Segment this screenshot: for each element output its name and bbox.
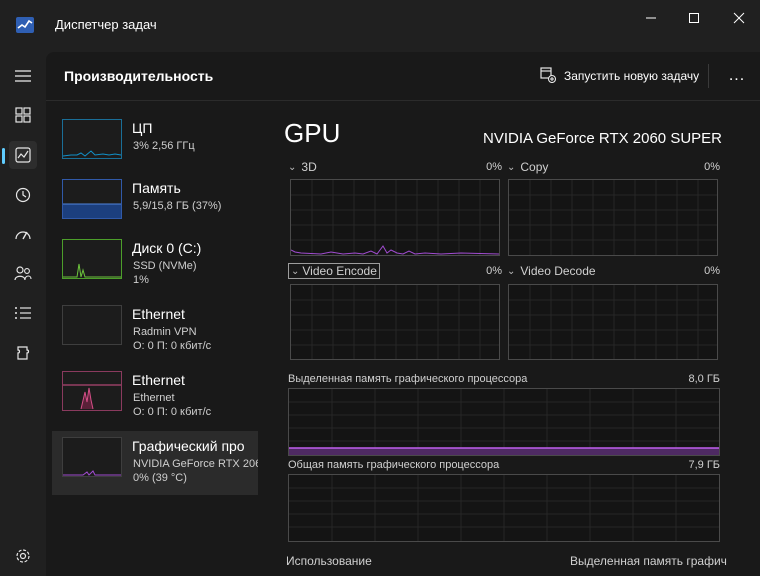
engine-selector-video-encode[interactable]: ⌄ Video Encode [288,263,380,279]
engine-percent: 0% [486,265,502,277]
close-button[interactable] [729,8,749,28]
resource-detail: Ethernet [133,392,175,404]
resource-title: ЦП [132,120,153,136]
run-new-task-button[interactable]: Запустить новую задачу [540,66,699,86]
menu-icon[interactable] [9,62,37,90]
performance-page: Производительность Запустить новую задач… [46,52,760,576]
gpu-mini-graph [62,437,122,477]
resource-title: Диск 0 (C:) [132,240,202,256]
chevron-down-icon: ⌄ [291,265,300,277]
engine-percent: 0% [704,265,720,277]
shared-memory-label: Общая память графического процессора [288,459,500,471]
task-manager-app-icon [15,16,35,34]
engine-name: Copy [520,160,549,174]
detail-title: GPU [284,118,341,148]
cpu-mini-graph [62,119,122,159]
window-title: Диспетчер задач [55,17,157,32]
services-icon[interactable] [9,339,37,367]
resource-detail: NVIDIA GeForce RTX 206 [133,458,258,470]
app-history-icon[interactable] [9,181,37,209]
disk-mini-graph [62,239,122,279]
chevron-down-icon: ⌄ [507,265,516,277]
resource-detail-secondary: О: 0 П: 0 кбит/с [133,406,212,418]
engine-dropdown: ⌄ Video Encode [288,263,380,279]
active-page-indicator [2,148,5,164]
engine-video-decode-graph [508,284,718,360]
gpu-model-name: NVIDIA GeForce RTX 2060 SUPER [483,130,722,147]
title-bar: Диспетчер задач [0,0,760,52]
dedicated-memory-label: Выделенная память графического процессор… [288,373,528,385]
dedicated-memory-graph [288,388,720,456]
engine-copy-graph [508,179,718,256]
maximize-button[interactable] [684,8,704,28]
startup-apps-icon[interactable] [9,220,37,248]
resource-list: ЦП 3% 2,56 ГГц Память 5,9/15,8 ГБ (37%) … [52,113,258,576]
resource-detail: SSD (NVMe) [133,260,197,272]
engine-percent: 0% [704,161,720,173]
resource-title: Память [132,180,181,196]
usage-stat-label: Использование [286,554,372,568]
shared-memory-graph [288,474,720,542]
resource-item-memory[interactable]: Память 5,9/15,8 ГБ (37%) [52,173,258,237]
resource-detail: 5,9/15,8 ГБ (37%) [133,200,222,212]
resource-title: Ethernet [132,372,185,388]
details-icon[interactable] [9,299,37,327]
engine-name: Video Decode [520,264,596,278]
settings-icon[interactable] [9,542,37,570]
resource-title: Графический про [132,438,245,454]
shared-memory-value: 7,9 ГБ [688,459,720,471]
resource-item-disk[interactable]: Диск 0 (C:) SSD (NVMe) 1% [52,233,258,297]
resource-item-ethernet-vpn[interactable]: Ethernet Radmin VPN О: 0 П: 0 кбит/с [52,299,258,363]
minimize-button[interactable] [641,8,661,28]
run-task-label: Запустить новую задачу [564,69,700,83]
dedicated-memory-value: 8,0 ГБ [688,373,720,385]
navigation-rail [0,52,46,576]
resource-item-ethernet[interactable]: Ethernet Ethernet О: 0 П: 0 кбит/с [52,365,258,429]
more-options-button[interactable]: ... [726,67,748,84]
ethernet-mini-graph [62,305,122,345]
run-task-icon [540,66,557,86]
processes-icon[interactable] [9,101,37,129]
resource-title: Ethernet [132,306,185,322]
engine-name: 3D [301,160,317,174]
engine-3d-graph [290,179,500,256]
ethernet-mini-graph [62,371,122,411]
resource-detail-secondary: О: 0 П: 0 кбит/с [133,340,212,352]
engine-selector-copy[interactable]: ⌄ Copy [507,160,548,174]
dedicated-memory-stat-label: Выделенная память графич [570,554,727,568]
header-divider [708,64,709,88]
resource-detail: 3% 2,56 ГГц [133,140,195,152]
resource-detail: Radmin VPN [133,326,197,338]
chevron-down-icon: ⌄ [507,161,516,173]
engine-selector-video-decode[interactable]: ⌄ Video Decode [507,264,596,278]
resource-item-gpu[interactable]: Графический про NVIDIA GeForce RTX 206 0… [52,431,258,495]
page-title: Производительность [64,68,214,84]
memory-mini-graph [62,179,122,219]
engine-name: Video Encode [302,264,377,278]
engine-selector-3d[interactable]: ⌄ 3D [288,160,317,174]
resource-item-cpu[interactable]: ЦП 3% 2,56 ГГц [52,113,258,177]
users-icon[interactable] [9,259,37,287]
performance-icon[interactable] [9,141,37,169]
engine-percent: 0% [486,161,502,173]
resource-detail-secondary: 0% (39 °C) [133,472,187,484]
engine-video-encode-graph [290,284,500,360]
header-separator [46,100,760,101]
chevron-down-icon: ⌄ [288,161,297,173]
resource-detail-secondary: 1% [133,274,149,286]
